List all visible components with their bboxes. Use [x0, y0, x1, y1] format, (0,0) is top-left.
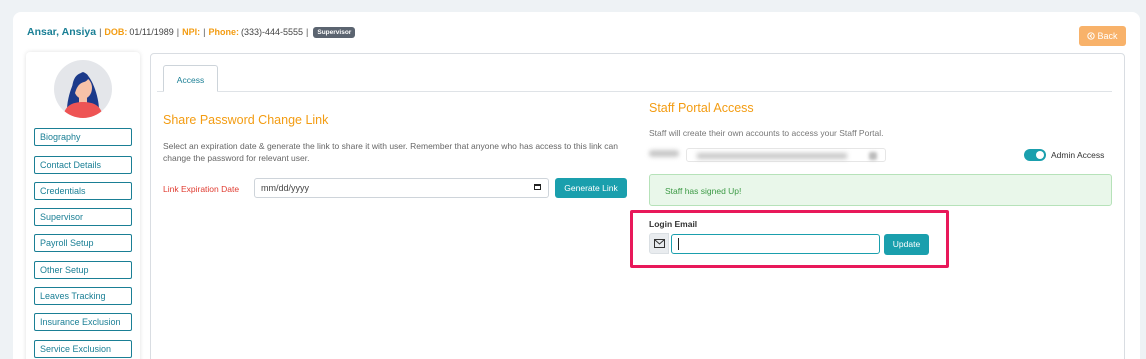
sidebar-item-contact-details[interactable]: Contact Details	[34, 156, 132, 174]
user-avatar-icon	[63, 72, 103, 118]
dob-value: 01/11/1989	[129, 27, 174, 37]
dob-label: DOB:	[104, 27, 128, 37]
separator: |	[176, 27, 180, 37]
sidebar-item-payroll-setup[interactable]: Payroll Setup	[34, 234, 132, 252]
signed-up-alert: Staff has signed Up!	[649, 174, 1112, 206]
sidebar-item-supervisor[interactable]: Supervisor	[34, 208, 132, 226]
supervisor-badge: Supervisor	[313, 26, 356, 38]
link-expiration-label: Link Expiration Date	[163, 184, 240, 194]
content-panel	[150, 53, 1125, 359]
patient-name: Ansar, Ansiya	[27, 26, 97, 38]
avatar	[54, 60, 112, 118]
npi-label: NPI:	[182, 27, 201, 37]
share-link-title: Share Password Change Link	[163, 113, 329, 127]
generate-link-button[interactable]: Generate Link	[555, 178, 627, 198]
staff-portal-title: Staff Portal Access	[649, 101, 754, 115]
mail-icon	[654, 239, 665, 248]
redacted-email-label	[649, 150, 679, 157]
separator: |	[203, 27, 206, 37]
redacted-email-select[interactable]	[686, 148, 886, 162]
expiration-date-input[interactable]: mm/dd/yyyy	[254, 178, 549, 198]
back-label: Back	[1097, 31, 1118, 41]
sidebar-item-leaves-tracking[interactable]: Leaves Tracking	[34, 287, 132, 305]
tab-access[interactable]: Access	[163, 65, 218, 92]
separator: |	[306, 27, 309, 37]
login-email-label: Login Email	[649, 219, 698, 229]
patient-header: Ansar, Ansiya | DOB: 01/11/1989 | NPI: |…	[27, 26, 356, 38]
sidebar-item-service-exclusion[interactable]: Service Exclusion	[34, 340, 132, 358]
sidebar-item-other-setup[interactable]: Other Setup	[34, 261, 132, 279]
admin-access-label: Admin Access	[1051, 150, 1105, 160]
login-email-input[interactable]	[671, 234, 880, 254]
sidebar-item-biography[interactable]: Biography	[34, 128, 132, 146]
tab-divider	[157, 91, 1112, 92]
update-button[interactable]: Update	[884, 234, 929, 255]
share-link-description: Select an expiration date & generate the…	[163, 141, 619, 163]
phone-value: (333)-444-5555	[240, 27, 304, 37]
calendar-icon[interactable]	[534, 184, 541, 190]
separator: |	[99, 27, 102, 37]
date-placeholder: mm/dd/yyyy	[261, 183, 310, 193]
email-addon	[649, 233, 669, 254]
back-arrow-icon	[1087, 32, 1096, 40]
text-caret	[678, 238, 679, 250]
phone-label: Phone:	[208, 27, 239, 37]
sidebar-item-insurance-exclusion[interactable]: Insurance Exclusion	[34, 313, 132, 331]
admin-access-toggle[interactable]	[1024, 149, 1046, 161]
back-button[interactable]: Back	[1079, 26, 1126, 46]
staff-portal-description: Staff will create their own accounts to …	[649, 128, 884, 138]
sidebar-item-credentials[interactable]: Credentials	[34, 182, 132, 200]
